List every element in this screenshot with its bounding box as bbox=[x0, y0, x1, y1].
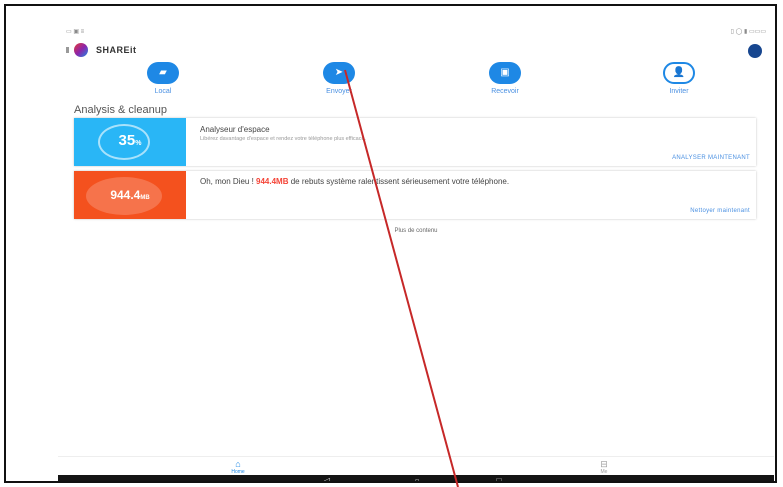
storage-card-title: Analyseur d'espace bbox=[200, 125, 270, 134]
junk-size-highlight: 944.4MB bbox=[256, 177, 289, 186]
storage-usage-tile: 35% bbox=[74, 118, 186, 166]
receive-icon: ▣ bbox=[489, 62, 521, 84]
game-icon: ⊟ bbox=[600, 459, 608, 469]
bottom-tab-bar: ⌂ Home ⊟ Me bbox=[58, 456, 774, 475]
quick-actions: ▰ Local ➤ Envoyer ▣ Recevoir 👤 Inviter bbox=[58, 62, 774, 102]
home-icon: ⌂ bbox=[235, 459, 241, 469]
menu-icon[interactable] bbox=[66, 47, 69, 53]
quick-action-label: Local bbox=[154, 88, 172, 95]
tablet-screen: ▭ ▣ ≡ ▯ ◯ ▮ ▭▭▭ SHAREit ▰ Local ➤ Envoye… bbox=[58, 20, 774, 481]
more-content-text: Plus de contenu bbox=[394, 228, 438, 234]
junk-cleanup-card[interactable]: 944.4MB Oh, mon Dieu ! 944.4MB de rebuts… bbox=[74, 171, 756, 219]
junk-message-start: Oh, mon Dieu ! bbox=[200, 177, 257, 186]
person-add-icon: 👤 bbox=[663, 62, 695, 84]
junk-value: 944.4 bbox=[110, 188, 141, 202]
home-nav-icon[interactable]: ○ bbox=[408, 475, 426, 481]
avatar[interactable] bbox=[748, 44, 762, 58]
quick-action-receive[interactable]: ▣ Recevoir bbox=[460, 62, 550, 95]
status-icons-right: ▯ ◯ ▮ ▭▭▭ bbox=[730, 29, 766, 35]
junk-unit: MB bbox=[140, 195, 150, 201]
clean-now-button[interactable]: Nettoyer maintenant bbox=[690, 208, 750, 214]
storage-unit: % bbox=[135, 140, 142, 147]
app-header: SHAREit bbox=[66, 40, 766, 60]
app-logo-icon bbox=[74, 43, 88, 57]
junk-size-tile: 944.4MB bbox=[74, 171, 186, 219]
quick-action-label: Recevoir bbox=[491, 88, 519, 95]
storage-card-description: Libérez davantage d'espace et rendez vot… bbox=[200, 136, 367, 142]
back-icon[interactable]: ◁ bbox=[318, 475, 336, 481]
status-bar: ▭ ▣ ≡ ▯ ◯ ▮ ▭▭▭ bbox=[66, 26, 766, 38]
tab-home[interactable]: ⌂ Home bbox=[208, 459, 268, 475]
screenshot-frame: ▭ ▣ ≡ ▯ ◯ ▮ ▭▭▭ SHAREit ▰ Local ➤ Envoye… bbox=[4, 4, 777, 483]
status-icons-left: ▭ ▣ ≡ bbox=[66, 29, 85, 35]
quick-action-label: Envoyer bbox=[326, 88, 352, 95]
junk-message-end: de rebuts système ralentissent sérieusem… bbox=[288, 177, 510, 186]
system-nav-bar: ◁ ○ □ bbox=[58, 475, 774, 481]
folder-icon: ▰ bbox=[147, 62, 179, 84]
send-icon: ➤ bbox=[323, 62, 355, 84]
recents-icon[interactable]: □ bbox=[490, 475, 508, 481]
quick-action-local[interactable]: ▰ Local bbox=[118, 62, 208, 95]
junk-card-message: Oh, mon Dieu ! 944.4MB de rebuts système… bbox=[200, 177, 740, 187]
storage-analyzer-card[interactable]: 35% Analyseur d'espace Libérez davantage… bbox=[74, 118, 756, 166]
app-brand: SHAREit bbox=[96, 45, 137, 55]
section-title: Analysis & cleanup bbox=[74, 104, 167, 116]
tab-me[interactable]: ⊟ Me bbox=[574, 459, 634, 475]
quick-action-send[interactable]: ➤ Envoyer bbox=[294, 62, 384, 95]
storage-value: 35 bbox=[118, 132, 136, 149]
quick-action-label: Inviter bbox=[669, 88, 689, 95]
quick-action-invite[interactable]: 👤 Inviter bbox=[634, 62, 724, 95]
analyze-now-button[interactable]: ANALYSER MAINTENANT bbox=[672, 155, 750, 161]
